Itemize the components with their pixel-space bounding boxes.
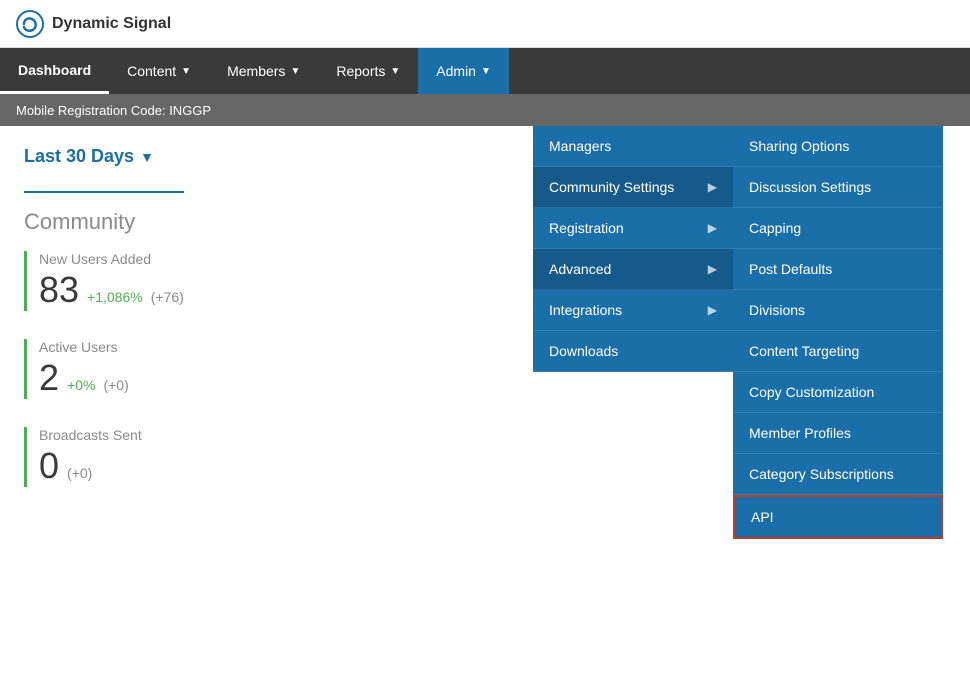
registration-arrow: ▶ <box>708 221 717 235</box>
logo-text: Dynamic Signal <box>52 15 171 33</box>
stat-broadcasts-change-neutral: (+0) <box>67 465 92 481</box>
advanced-arrow: ▶ <box>708 262 717 276</box>
stat-active-users-change-neutral: (+0) <box>103 377 128 393</box>
top-bar: Dynamic Signal <box>0 0 970 48</box>
stat-broadcasts-label: Broadcasts Sent <box>39 427 142 443</box>
submenu-member-profiles[interactable]: Member Profiles <box>733 413 943 454</box>
community-settings-arrow: ▶ <box>708 180 717 194</box>
submenu-content-targeting[interactable]: Content Targeting <box>733 331 943 372</box>
dropdown-integrations[interactable]: Integrations ▶ <box>533 290 733 331</box>
logo-icon <box>16 10 44 38</box>
nav-members[interactable]: Members ▼ <box>209 48 318 94</box>
reg-bar: Mobile Registration Code: INGGP <box>0 94 970 126</box>
community-title: Community <box>24 209 135 234</box>
submenu-post-defaults[interactable]: Post Defaults <box>733 249 943 290</box>
submenu-divisions[interactable]: Divisions <box>733 290 943 331</box>
stat-new-users-value: 83 <box>39 269 79 311</box>
submenu-copy-customization[interactable]: Copy Customization <box>733 372 943 413</box>
logo-area: Dynamic Signal <box>16 10 171 38</box>
stat-new-users-change-neutral: (+76) <box>151 289 184 305</box>
submenu-api[interactable]: API <box>733 495 943 539</box>
nav-content[interactable]: Content ▼ <box>109 48 209 94</box>
main-content: Last 30 Days ▼ Community New Users Added… <box>0 126 970 687</box>
stat-broadcasts-value: 0 <box>39 445 59 487</box>
stat-active-users-value: 2 <box>39 357 59 399</box>
content-caret: ▼ <box>181 66 191 77</box>
stat-active-users-change-pos: +0% <box>67 377 95 393</box>
dropdown-downloads[interactable]: Downloads <box>533 331 733 372</box>
stat-new-users-change-pos: +1,086% <box>87 289 143 305</box>
nav-bar: Dashboard Content ▼ Members ▼ Reports ▼ … <box>0 48 970 94</box>
submenu-sharing-options[interactable]: Sharing Options <box>733 126 943 167</box>
submenu-capping[interactable]: Capping <box>733 208 943 249</box>
date-selector-text: Last 30 Days <box>24 146 134 167</box>
reports-caret: ▼ <box>390 66 400 77</box>
submenu-category-subscriptions[interactable]: Category Subscriptions <box>733 454 943 495</box>
dropdown-advanced[interactable]: Advanced ▶ <box>533 249 733 290</box>
dropdown-registration[interactable]: Registration ▶ <box>533 208 733 249</box>
members-caret: ▼ <box>290 66 300 77</box>
admin-submenu: Sharing Options Discussion Settings Capp… <box>733 126 943 539</box>
date-caret-icon: ▼ <box>140 149 154 165</box>
stat-active-users-label: Active Users <box>39 339 129 355</box>
integrations-arrow: ▶ <box>708 303 717 317</box>
admin-caret: ▼ <box>481 66 491 77</box>
submenu-discussion-settings[interactable]: Discussion Settings <box>733 167 943 208</box>
admin-dropdown: Managers Community Settings ▶ Registrati… <box>533 126 733 372</box>
nav-reports[interactable]: Reports ▼ <box>318 48 418 94</box>
dropdown-managers[interactable]: Managers <box>533 126 733 167</box>
date-underline <box>24 191 184 193</box>
nav-dashboard[interactable]: Dashboard <box>0 48 109 94</box>
nav-admin[interactable]: Admin ▼ <box>418 48 509 94</box>
dropdown-community-settings[interactable]: Community Settings ▶ <box>533 167 733 208</box>
stat-new-users-label: New Users Added <box>39 251 184 267</box>
